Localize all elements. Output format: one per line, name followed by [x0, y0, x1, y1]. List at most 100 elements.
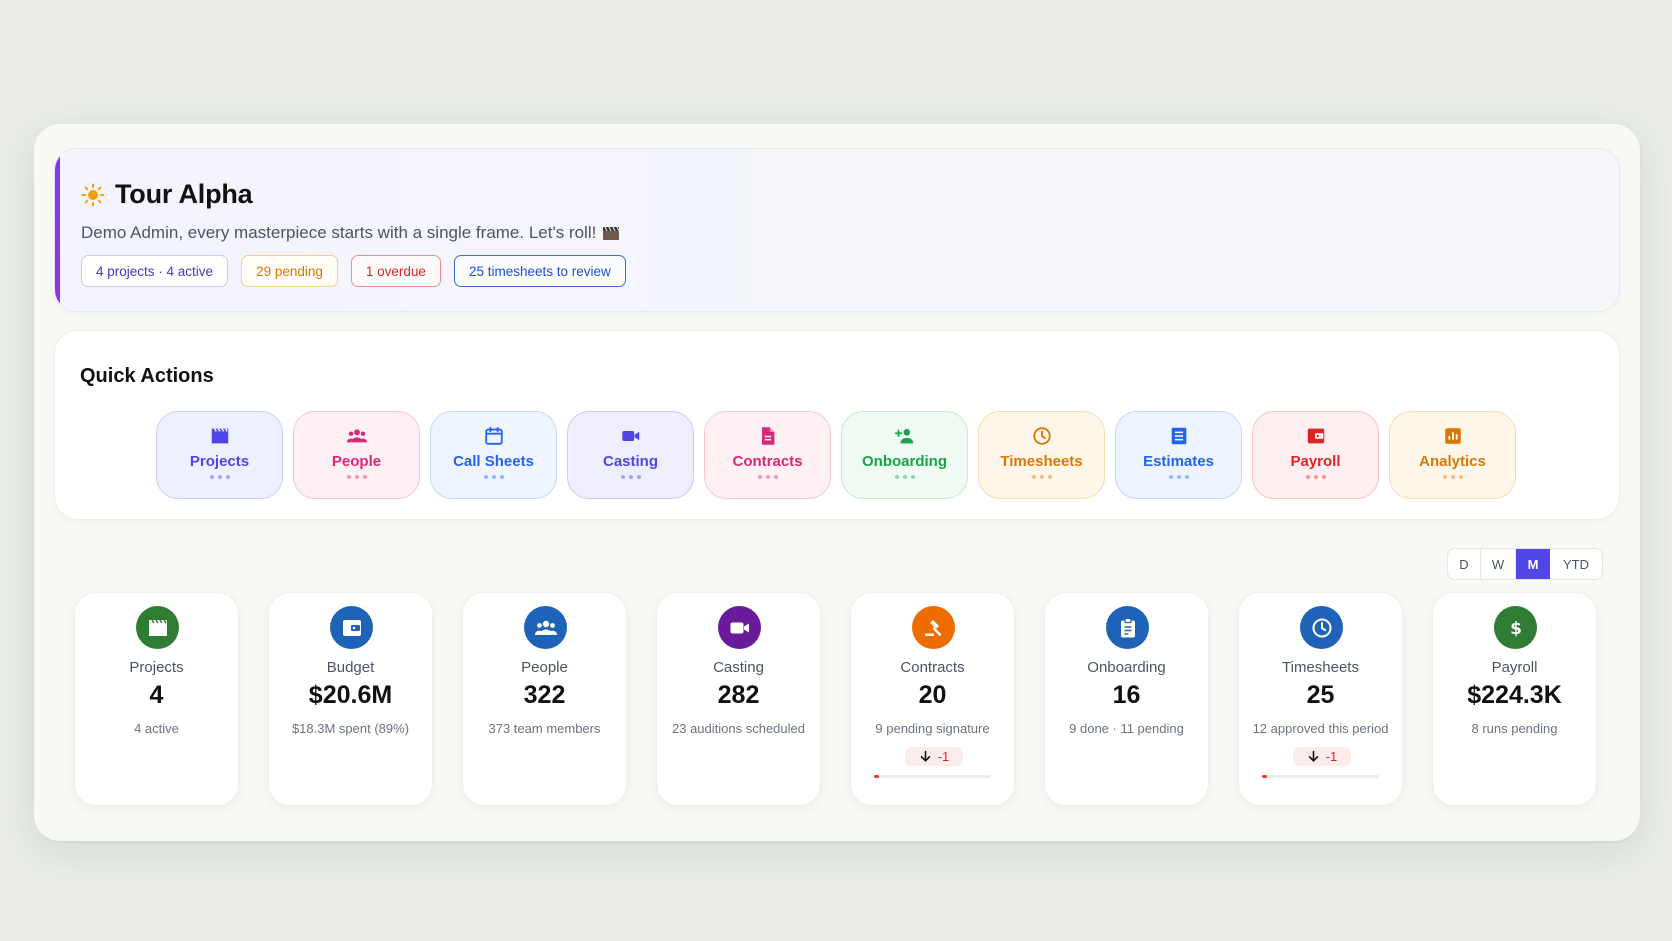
welcome-text: Demo Admin, every masterpiece starts wit… [81, 223, 597, 242]
quick-action-casting-button[interactable]: Casting [567, 411, 694, 499]
dollar-icon: $ [1510, 619, 1522, 639]
stat-card-timesheets[interactable]: Timesheets 25 12 approved this period -1 [1238, 592, 1403, 806]
quick-action-label: Contracts [732, 453, 803, 470]
stat-value: $224.3K [1467, 681, 1562, 709]
stat-label: People [521, 659, 568, 676]
stat-progress-track [874, 775, 991, 778]
quick-action-label: Timesheets [1000, 453, 1083, 470]
more-dots-icon [1442, 475, 1463, 479]
quick-action-analytics-button[interactable]: Analytics [1389, 411, 1516, 499]
stat-subtext: 373 team members [488, 721, 601, 736]
quick-action-label: Payroll [1290, 453, 1341, 470]
more-dots-icon [1168, 475, 1189, 479]
quick-action-label: Analytics [1419, 453, 1486, 470]
bar-chart-icon [1444, 428, 1461, 444]
quick-action-onboarding-button[interactable]: Onboarding [841, 411, 968, 499]
stat-subtext: 12 approved this period [1252, 721, 1389, 736]
stat-label: Payroll [1491, 659, 1538, 676]
wallet-icon [342, 619, 361, 636]
stat-subtext: 8 runs pending [1471, 721, 1558, 736]
clipboard-icon [1120, 617, 1135, 637]
stat-value: 322 [523, 681, 566, 709]
period-month-button[interactable]: M [1516, 549, 1550, 579]
dashboard-frame: Tour Alpha Demo Admin, every masterpiece… [34, 124, 1640, 841]
stat-card-contracts[interactable]: Contracts 20 9 pending signature -1 [850, 592, 1015, 806]
video-camera-icon [621, 430, 639, 442]
period-selector: D W M YTD [1447, 548, 1603, 580]
stat-label: Budget [326, 659, 375, 676]
period-ytd-button[interactable]: YTD [1550, 549, 1602, 579]
stat-subtext: $18.3M spent (89%) [291, 721, 410, 736]
stat-progress-fill [874, 775, 879, 778]
quick-action-projects-button[interactable]: Projects [156, 411, 283, 499]
stat-delta-badge: -1 [1293, 747, 1351, 766]
pending-chip[interactable]: 29 pending [241, 255, 338, 287]
arrow-down-icon [1308, 750, 1319, 762]
quick-action-people-button[interactable]: People [293, 411, 420, 499]
gavel-icon [924, 619, 941, 636]
people-icon [346, 429, 367, 443]
stat-label: Casting [713, 659, 764, 676]
stat-card-payroll[interactable]: $ Payroll $224.3K 8 runs pending [1432, 592, 1597, 806]
stat-icon-badge [718, 606, 761, 649]
stat-delta-value: -1 [937, 749, 950, 764]
projects-chip[interactable]: 4 projects · 4 active [81, 255, 229, 287]
stat-subtext: 9 pending signature [875, 721, 990, 736]
period-day-button[interactable]: D [1448, 549, 1481, 579]
stat-card-projects[interactable]: Projects 4 4 active [74, 592, 239, 806]
stat-label: Timesheets [1282, 659, 1359, 676]
more-dots-icon [1305, 475, 1326, 479]
quick-action-label: Casting [602, 453, 658, 470]
quick-action-label: People [331, 453, 382, 470]
stat-value: 20 [918, 681, 947, 709]
more-dots-icon [483, 475, 504, 479]
period-week-button[interactable]: W [1481, 549, 1516, 579]
stat-card-people[interactable]: People 322 373 team members [462, 592, 627, 806]
stat-card-onboarding[interactable]: Onboarding 16 9 done · 11 pending [1044, 592, 1209, 806]
more-dots-icon [894, 475, 915, 479]
clapperboard-icon [211, 428, 228, 444]
more-dots-icon [1031, 475, 1052, 479]
quick-action-timesheets-button[interactable]: Timesheets [978, 411, 1105, 499]
quick-action-estimates-button[interactable]: Estimates [1115, 411, 1242, 499]
timesheets-review-chip[interactable]: 25 timesheets to review [453, 255, 626, 287]
quick-action-label: Projects [189, 453, 250, 470]
clapperboard-icon [148, 619, 167, 636]
more-dots-icon [346, 475, 367, 479]
quick-actions-row: Projects People Call Sheets Casting Contract… [156, 411, 1516, 499]
sun-icon [81, 183, 105, 206]
stat-icon-badge [1300, 606, 1343, 649]
quick-actions-title: Quick Actions [80, 365, 214, 387]
quick-action-payroll-button[interactable]: Payroll [1252, 411, 1379, 499]
stat-value: 25 [1306, 681, 1335, 709]
stat-icon-badge [524, 606, 567, 649]
stat-delta-badge: -1 [905, 747, 963, 766]
stat-progress-fill [1262, 775, 1267, 778]
overdue-chip[interactable]: 1 overdue [350, 255, 441, 287]
stat-subtext: 4 active [134, 721, 179, 736]
quick-actions-panel: Quick Actions Projects People Call Sheets C… [54, 330, 1620, 520]
welcome-banner: Tour Alpha Demo Admin, every masterpiece… [54, 148, 1620, 312]
accent-bar [55, 149, 60, 311]
quick-action-contracts-button[interactable]: Contracts [704, 411, 831, 499]
quick-action-call-sheets-button[interactable]: Call Sheets [430, 411, 557, 499]
stat-value: $20.6M [308, 681, 393, 709]
stat-subtext: 9 done · 11 pending [1069, 721, 1184, 736]
stat-icon-badge [330, 606, 373, 649]
wallet-icon [1307, 428, 1324, 444]
stat-card-casting[interactable]: Casting 282 23 auditions scheduled [656, 592, 821, 806]
stat-icon-badge [912, 606, 955, 649]
welcome-subtitle: Demo Admin, every masterpiece starts wit… [81, 223, 620, 243]
page-title-row: Tour Alpha [81, 179, 253, 210]
quick-action-label: Estimates [1143, 453, 1214, 470]
person-add-icon [894, 429, 913, 444]
stat-cards: Projects 4 4 active Budget $20.6M $18.3M spen… [74, 592, 1597, 806]
stat-label: Contracts [900, 659, 965, 676]
quick-action-label: Onboarding [862, 453, 947, 470]
clock-icon [1032, 427, 1051, 445]
summary-chips: 4 projects · 4 active 29 pending 1 overd… [81, 255, 626, 287]
document-icon [761, 427, 774, 445]
clapperboard-emoji-icon [603, 226, 620, 240]
stat-card-budget[interactable]: Budget $20.6M $18.3M spent (89%) [268, 592, 433, 806]
stat-value: 16 [1112, 681, 1141, 709]
